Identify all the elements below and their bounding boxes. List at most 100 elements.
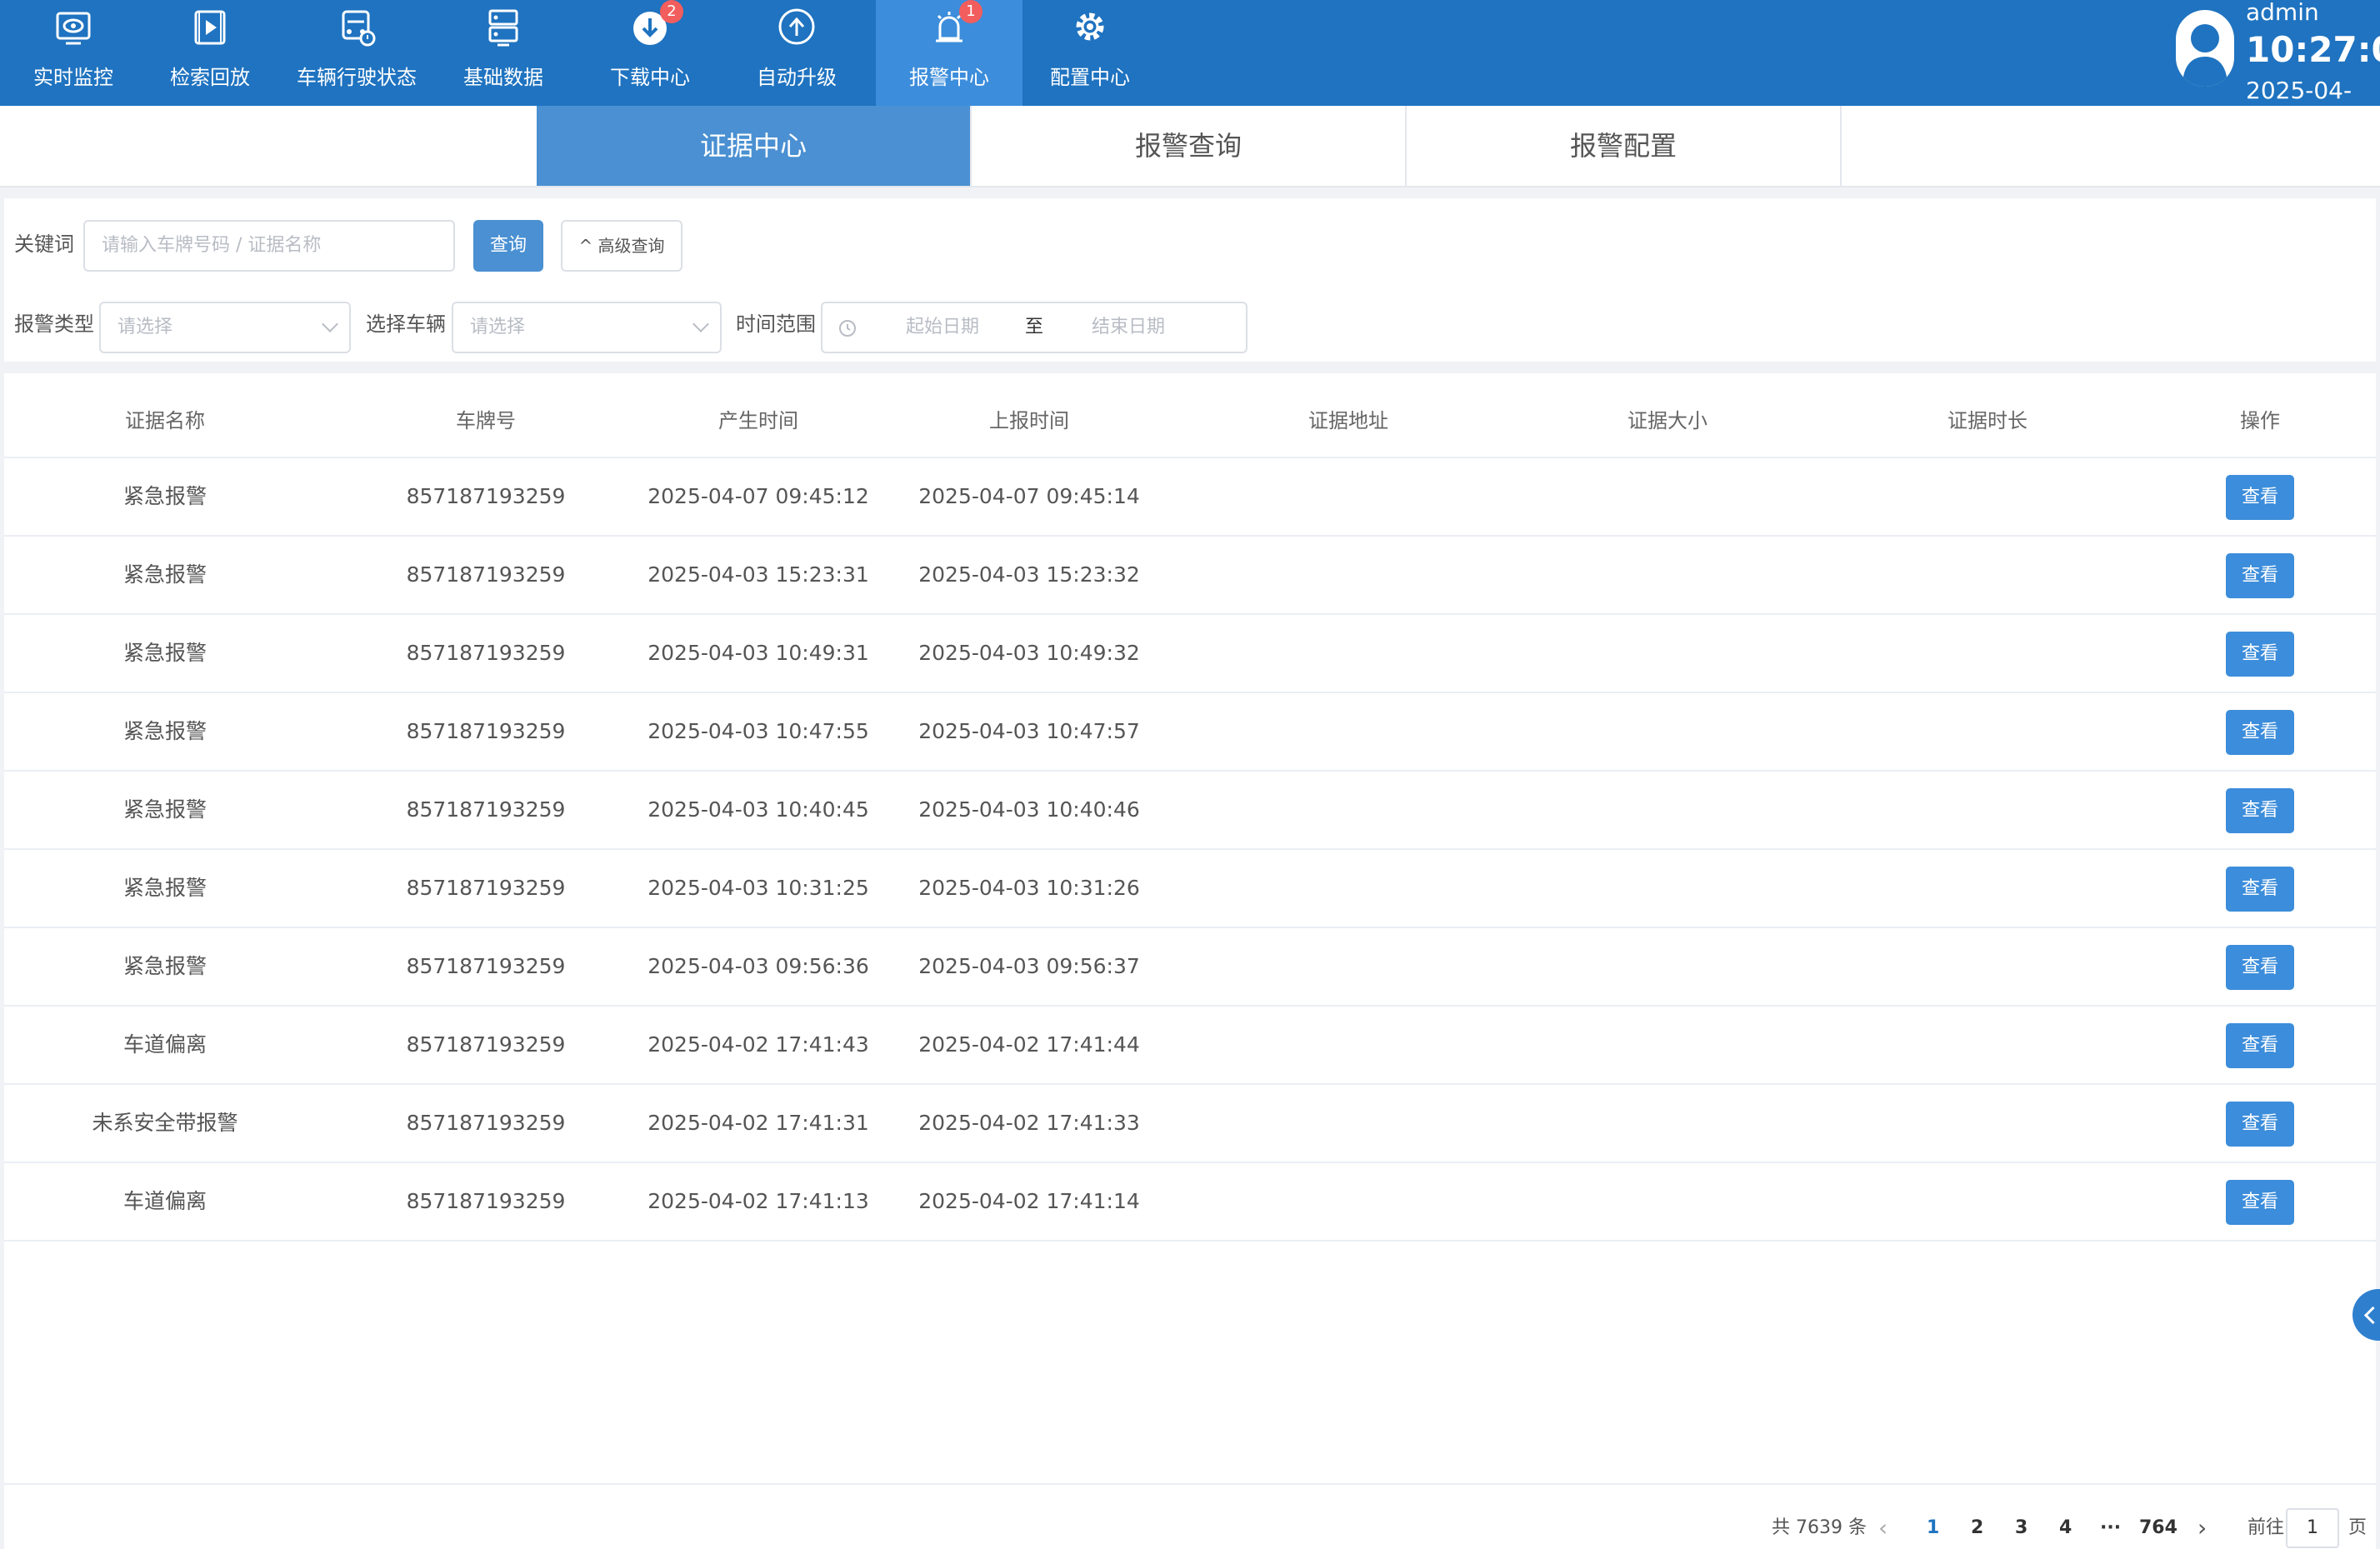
cell-plate-number: 857187193259: [406, 797, 566, 822]
cell-reported-time: 2025-04-07 09:45:14: [918, 484, 1140, 508]
page-2[interactable]: 2: [1971, 1508, 1983, 1548]
table-row: 车道偏离 857187193259 2025-04-02 17:41:43 2025-…: [4, 1007, 2376, 1085]
range-separator: 至: [1025, 317, 1044, 337]
vehicle-placeholder: 请选择: [470, 317, 526, 337]
table-row: 未系安全带报警 857187193259 2025-04-02 17:41:31 20…: [4, 1085, 2376, 1163]
cell-created-time: 2025-04-03 10:31:25: [648, 876, 869, 900]
nav-download-center[interactable]: 2 下载中心: [577, 0, 723, 106]
subtab-bar: 证据中心 报警查询 报警配置: [0, 106, 2380, 187]
advanced-query-button[interactable]: ^ 高级查询: [561, 220, 682, 272]
page-last[interactable]: 764: [2139, 1508, 2178, 1548]
cell-created-time: 2025-04-02 17:41:13: [648, 1189, 869, 1213]
column-header: 操作: [2240, 409, 2280, 432]
date-range-picker[interactable]: 起始日期 至 结束日期: [821, 302, 1248, 353]
query-button[interactable]: 查询: [473, 220, 543, 272]
cell-reported-time: 2025-04-03 10:47:57: [918, 719, 1140, 743]
cell-created-time: 2025-04-07 09:45:12: [648, 484, 869, 508]
cell-reported-time: 2025-04-02 17:41:14: [918, 1189, 1140, 1213]
start-date-input[interactable]: 起始日期: [906, 303, 979, 352]
page-suffix: 页: [2348, 1517, 2368, 1538]
view-button[interactable]: 查看: [2226, 710, 2294, 755]
cell-plate-number: 857187193259: [406, 954, 566, 978]
vehicle-select[interactable]: 请选择: [452, 302, 722, 353]
nav-basic-data[interactable]: 基础数据: [430, 0, 577, 106]
tab-evidence-center[interactable]: 证据中心: [537, 106, 972, 186]
chevron-down-icon: [322, 316, 338, 332]
page-1[interactable]: 1: [1927, 1508, 1939, 1548]
keyword-input[interactable]: 请输入车牌号码 / 证据名称: [83, 220, 455, 272]
alarm-type-label: 报警类型: [14, 312, 94, 336]
page-4[interactable]: 4: [2059, 1508, 2072, 1548]
cell-plate-number: 857187193259: [406, 1189, 566, 1213]
nav-vehicle-status[interactable]: 车辆行驶状态: [283, 0, 430, 106]
end-date-input[interactable]: 结束日期: [1092, 303, 1165, 352]
upgrade-icon: [778, 8, 815, 45]
view-button[interactable]: 查看: [2226, 632, 2294, 677]
cell-reported-time: 2025-04-03 10:40:46: [918, 797, 1140, 822]
goto-label: 前往: [2248, 1517, 2285, 1538]
cell-created-time: 2025-04-03 10:49:31: [648, 641, 869, 665]
time-range-label: 时间范围: [736, 312, 816, 336]
view-button[interactable]: 查看: [2226, 1102, 2294, 1147]
nav-config-center[interactable]: 配置中心: [1017, 0, 1163, 106]
cell-plate-number: 857187193259: [406, 719, 566, 743]
vehicle-label: 选择车辆: [366, 312, 446, 336]
clock-icon: [839, 320, 856, 337]
evidence-table: 证据名称 车牌号 产生时间 上报时间 证据地址 证据大小 证据时长 操作 紧急报…: [4, 385, 2376, 1549]
nav-auto-upgrade[interactable]: 自动升级: [723, 0, 870, 106]
cell-evidence-name: 紧急报警: [122, 876, 208, 900]
nav-alarm-center[interactable]: 1 报警中心: [876, 0, 1022, 106]
cell-plate-number: 857187193259: [406, 876, 566, 900]
cell-evidence-name: 紧急报警: [122, 797, 208, 822]
page-background: [2376, 187, 2380, 1549]
next-page-button[interactable]: ›: [2198, 1508, 2207, 1548]
column-header: 车牌号: [456, 409, 516, 432]
cell-created-time: 2025-04-03 09:56:36: [648, 954, 869, 978]
nav-search-playback[interactable]: 检索回放: [137, 0, 283, 106]
view-button[interactable]: 查看: [2226, 475, 2294, 520]
view-button[interactable]: 查看: [2226, 945, 2294, 990]
view-button[interactable]: 查看: [2226, 553, 2294, 598]
tab-alarm-query[interactable]: 报警查询: [972, 106, 1407, 186]
cell-plate-number: 857187193259: [406, 562, 566, 587]
cell-reported-time: 2025-04-02 17:41:44: [918, 1032, 1140, 1057]
cell-evidence-name: 车道偏离: [122, 1189, 208, 1213]
view-button[interactable]: 查看: [2226, 1023, 2294, 1068]
nav-label: 报警中心: [909, 66, 989, 89]
nav-label: 自动升级: [757, 66, 837, 89]
page-3[interactable]: 3: [2015, 1508, 2028, 1548]
column-header: 上报时间: [989, 409, 1069, 432]
tab-alarm-config[interactable]: 报警配置: [1407, 106, 1842, 186]
cell-created-time: 2025-04-02 17:41:43: [648, 1032, 869, 1057]
table-row: 紧急报警 857187193259 2025-04-03 10:40:45 2025-…: [4, 772, 2376, 850]
cell-reported-time: 2025-04-02 17:41:33: [918, 1111, 1140, 1135]
notification-badge: 1: [959, 0, 982, 23]
column-header: 产生时间: [718, 409, 798, 432]
nav-label: 配置中心: [1050, 66, 1130, 89]
prev-page-button[interactable]: ‹: [1878, 1508, 1888, 1548]
view-button[interactable]: 查看: [2226, 867, 2294, 912]
cell-reported-time: 2025-04-03 15:23:32: [918, 562, 1140, 587]
eye-monitor-icon: [56, 12, 91, 45]
view-button[interactable]: 查看: [2226, 1180, 2294, 1225]
view-button[interactable]: 查看: [2226, 788, 2294, 833]
total-count: 共 7639 条: [1772, 1517, 1867, 1538]
gear-icon: [1076, 12, 1104, 41]
user-name: admin: [2246, 0, 2319, 26]
cell-evidence-name: 紧急报警: [122, 954, 208, 978]
column-header: 证据时长: [1948, 409, 2028, 432]
nav-label: 下载中心: [610, 66, 690, 89]
cell-created-time: 2025-04-03 15:23:31: [648, 562, 869, 587]
avatar[interactable]: [2176, 10, 2234, 87]
chevron-down-icon: [692, 316, 709, 332]
alarm-type-select[interactable]: 请选择: [99, 302, 351, 353]
nav-realtime-monitor[interactable]: 实时监控: [0, 0, 147, 106]
nav-label: 检索回放: [170, 66, 250, 89]
goto-page-input[interactable]: 1: [2286, 1508, 2339, 1548]
cell-evidence-name: 紧急报警: [122, 562, 208, 587]
cell-reported-time: 2025-04-03 09:56:37: [918, 954, 1140, 978]
nav-label: 基础数据: [463, 66, 543, 89]
cell-created-time: 2025-04-02 17:41:31: [648, 1111, 869, 1135]
cell-created-time: 2025-04-03 10:40:45: [648, 797, 869, 822]
more-pages-ellipsis[interactable]: ···: [2100, 1508, 2121, 1548]
